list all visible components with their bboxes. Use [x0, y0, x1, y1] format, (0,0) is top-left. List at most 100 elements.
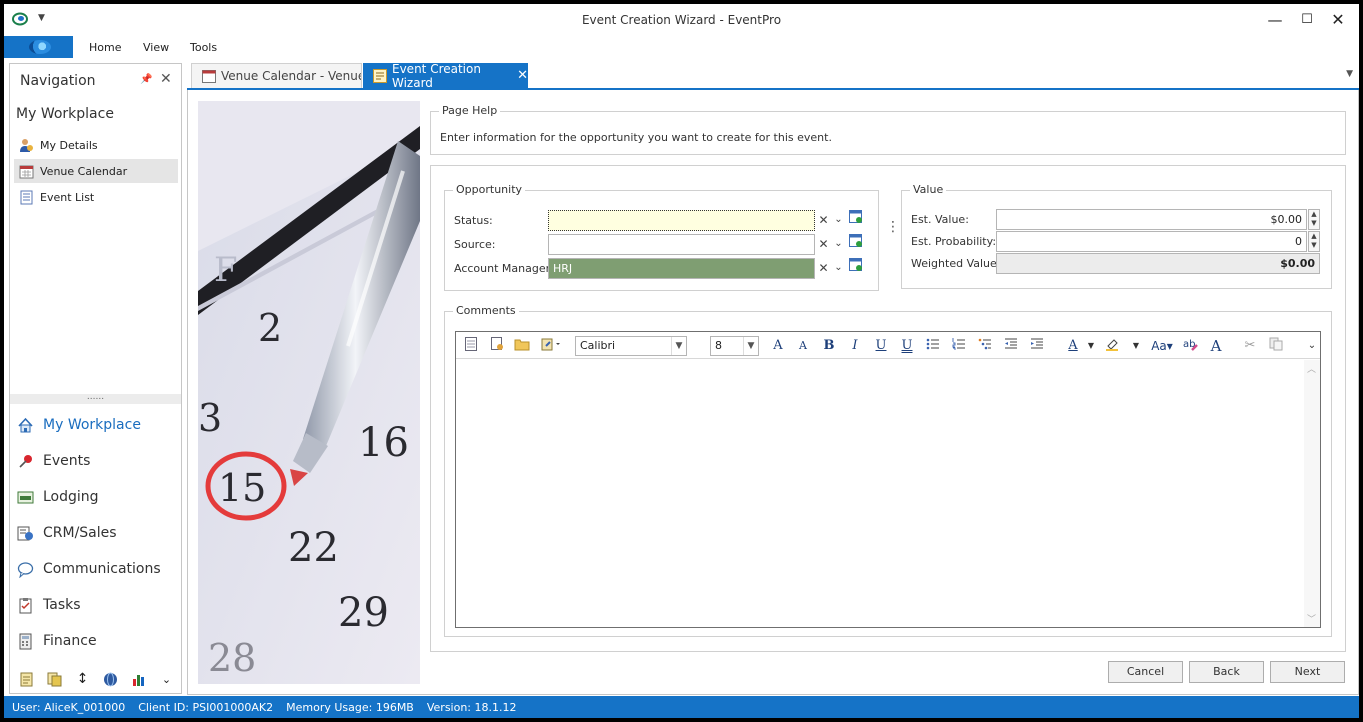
document-area: Venue Calendar - Venue Event Creation Wi…: [187, 62, 1359, 695]
font-name-select[interactable]: Calibri ▼: [575, 336, 687, 356]
est-probability-field[interactable]: 0: [996, 231, 1307, 252]
template-icon[interactable]: [489, 337, 505, 355]
copy-icon[interactable]: [1268, 337, 1284, 355]
status-field[interactable]: [548, 210, 815, 231]
nav-item-venue-calendar[interactable]: Venue Calendar: [14, 159, 178, 183]
comments-legend: Comments: [453, 304, 519, 317]
nav-item-event-list[interactable]: Event List: [14, 185, 178, 209]
module-label: My Workplace: [43, 417, 141, 433]
source-lookup-icon[interactable]: [848, 234, 863, 254]
font-size-select[interactable]: 8 ▼: [710, 336, 759, 356]
increase-indent-icon[interactable]: [1029, 337, 1045, 355]
font-size-value: 8: [715, 339, 722, 352]
module-events[interactable]: Events: [16, 446, 90, 476]
source-field[interactable]: [548, 234, 815, 255]
account-manager-dropdown-icon[interactable]: ⌄: [831, 258, 846, 278]
close-tab-button[interactable]: ✕: [517, 68, 528, 83]
transfer-arrows-icon[interactable]: ↕: [74, 671, 91, 688]
reports-chart-icon[interactable]: [130, 671, 147, 688]
opportunity-group: Opportunity Status: ✕ ⌄ Source: ✕ ⌄ Acco…: [444, 183, 879, 291]
page-help-legend: Page Help: [439, 104, 501, 117]
highlight-icon[interactable]: [1105, 337, 1121, 355]
scroll-up-icon[interactable]: ︿: [1307, 362, 1316, 375]
nav-item-my-details[interactable]: My Details: [14, 133, 178, 157]
font-color-dropdown-icon[interactable]: ▼: [1083, 337, 1099, 355]
title-bar: ▼ Event Creation Wizard - EventPro — ☐ ✕: [4, 4, 1359, 36]
italic-icon[interactable]: I: [847, 337, 863, 355]
est-probability-label: Est. Probability:: [911, 235, 997, 248]
navigation-splitter[interactable]: ......: [10, 393, 181, 404]
status-lookup-icon[interactable]: [848, 210, 863, 230]
comments-scrollbar[interactable]: ︿ ﹀: [1304, 360, 1320, 627]
account-manager-lookup-icon[interactable]: [848, 258, 863, 278]
page-help-group: Page Help Enter information for the oppo…: [430, 104, 1346, 155]
chevron-down-icon: ▼: [671, 337, 686, 355]
change-case-icon[interactable]: Aa▾: [1148, 337, 1176, 355]
module-lodging[interactable]: Lodging: [16, 482, 99, 512]
font-color-icon[interactable]: A: [1062, 337, 1084, 355]
decrease-indent-icon[interactable]: [1003, 337, 1019, 355]
grow-font-icon[interactable]: A: [770, 337, 786, 355]
window-title: Event Creation Wizard - EventPro: [581, 13, 782, 27]
application-menu-button[interactable]: [4, 36, 73, 58]
ribbon-tab-tools[interactable]: Tools: [190, 41, 217, 54]
double-underline-icon[interactable]: U: [899, 337, 915, 355]
more-chevron-icon[interactable]: ⌄: [158, 671, 175, 688]
paste-dropdown-icon[interactable]: [540, 337, 562, 355]
clear-formatting-icon[interactable]: ab: [1183, 337, 1199, 355]
est-value-spinner[interactable]: ▲ ▼: [1308, 209, 1320, 230]
status-dropdown-icon[interactable]: ⌄: [831, 210, 846, 230]
cancel-button[interactable]: Cancel: [1108, 661, 1183, 683]
bullet-list-icon[interactable]: [925, 337, 941, 355]
minimize-button[interactable]: —: [1260, 9, 1290, 31]
close-navigation-button[interactable]: ✕: [160, 71, 172, 87]
multilevel-list-icon[interactable]: [977, 337, 993, 355]
list-icon: [18, 189, 34, 205]
globe-icon[interactable]: [102, 671, 119, 688]
numbered-list-icon[interactable]: [951, 337, 967, 355]
comments-text-area[interactable]: [456, 360, 1303, 627]
toolbar-overflow-icon[interactable]: ⌄: [1304, 337, 1320, 355]
module-tasks[interactable]: Tasks: [16, 590, 81, 620]
shrink-font-icon[interactable]: A: [795, 337, 811, 355]
highlight-dropdown-icon[interactable]: ▼: [1128, 337, 1144, 355]
cut-icon[interactable]: ✂: [1242, 337, 1258, 355]
module-finance[interactable]: Finance: [16, 626, 97, 656]
scroll-down-icon[interactable]: ﹀: [1307, 612, 1316, 625]
rich-text-editor: Calibri ▼ 8 ▼ A A B I U U A ▼ ▼ Aa▾ ab A…: [455, 331, 1321, 628]
source-dropdown-icon[interactable]: ⌄: [831, 234, 846, 254]
module-communications[interactable]: Communications: [16, 554, 161, 584]
close-window-button[interactable]: ✕: [1323, 9, 1353, 31]
clear-account-manager-icon[interactable]: ✕: [816, 258, 831, 278]
wizard-content: F 2 3 16 15 22 29 28 Page Help Enter inf…: [187, 90, 1359, 695]
calendar-icon: [18, 163, 34, 179]
notes-icon[interactable]: [18, 671, 35, 688]
svg-text:29: 29: [338, 590, 389, 636]
ribbon-tab-view[interactable]: View: [143, 41, 169, 54]
tab-venue-calendar[interactable]: Venue Calendar - Venue: [191, 63, 362, 88]
next-button[interactable]: Next: [1270, 661, 1345, 683]
pin-icon[interactable]: 📌: [140, 74, 152, 85]
tab-list-dropdown-icon[interactable]: ▼: [1346, 69, 1353, 79]
module-label: Finance: [43, 633, 97, 649]
group-splitter-handle[interactable]: ⋮: [886, 220, 900, 234]
font-name-value: Calibri: [580, 339, 616, 352]
new-document-icon[interactable]: [463, 337, 479, 355]
underline-icon[interactable]: U: [873, 337, 889, 355]
module-my-workplace[interactable]: My Workplace: [16, 410, 141, 440]
est-probability-spinner[interactable]: ▲ ▼: [1308, 231, 1320, 252]
svg-text:15: 15: [218, 466, 266, 510]
clear-status-icon[interactable]: ✕: [816, 210, 831, 230]
maximize-button[interactable]: ☐: [1292, 9, 1322, 31]
account-manager-field[interactable]: HRJ: [548, 258, 815, 279]
back-button[interactable]: Back: [1189, 661, 1264, 683]
font-dialog-icon[interactable]: A: [1208, 337, 1224, 355]
est-value-field[interactable]: $0.00: [996, 209, 1307, 230]
module-crm-sales[interactable]: CRM/Sales: [16, 518, 117, 548]
bold-icon[interactable]: B: [821, 337, 837, 355]
tab-event-creation-wizard[interactable]: Event Creation Wizard ✕: [363, 62, 528, 90]
documents-icon[interactable]: [46, 671, 63, 688]
clear-source-icon[interactable]: ✕: [816, 234, 831, 254]
ribbon-tab-home[interactable]: Home: [89, 41, 121, 54]
open-folder-icon[interactable]: [514, 337, 530, 355]
